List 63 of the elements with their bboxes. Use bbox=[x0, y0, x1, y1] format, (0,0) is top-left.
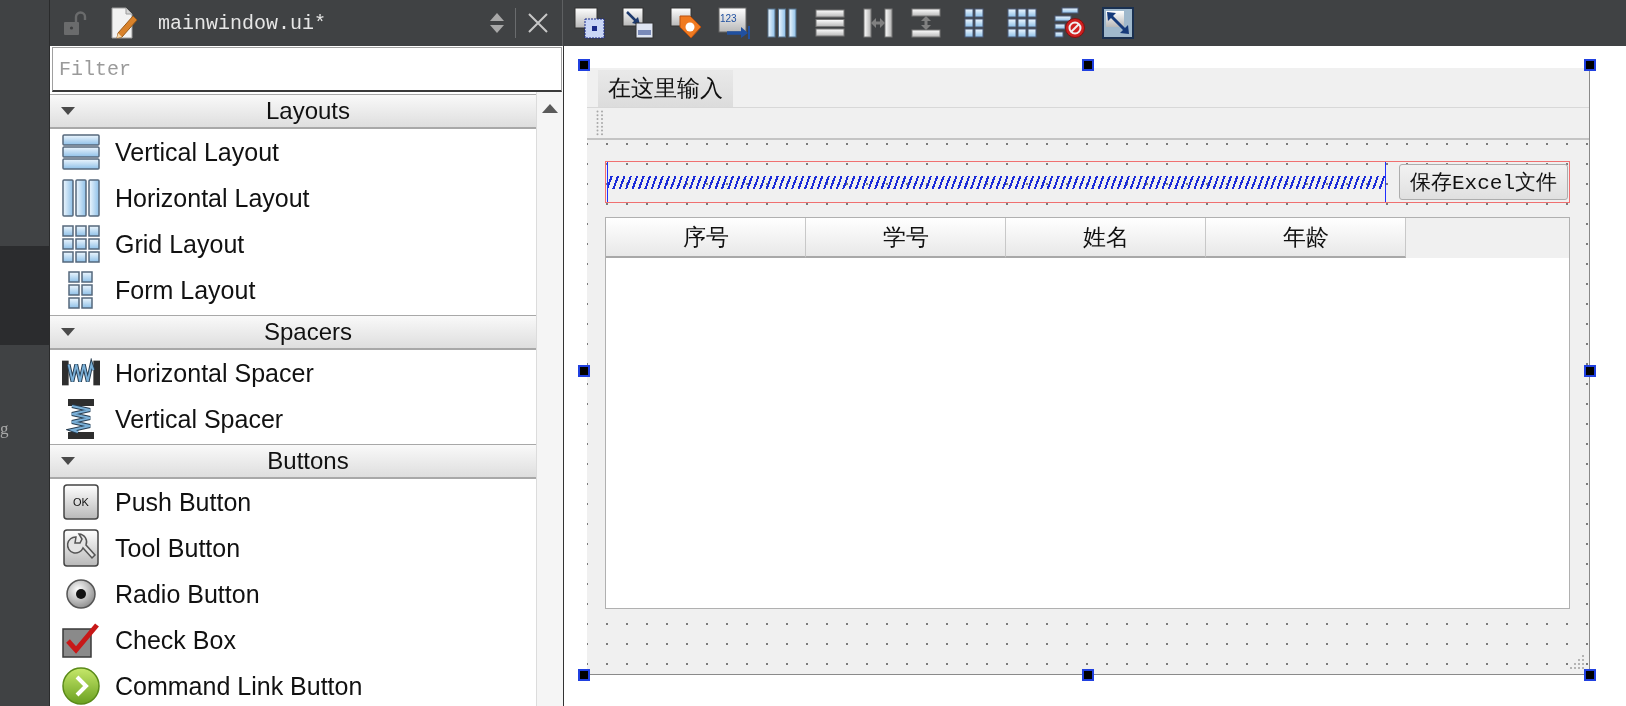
selection-handle[interactable] bbox=[1584, 669, 1596, 681]
rows-icon[interactable] bbox=[815, 9, 845, 37]
widget-list-item[interactable]: Check Box bbox=[115, 625, 236, 655]
selection-handle[interactable] bbox=[578, 669, 590, 681]
radio-icon[interactable] bbox=[65, 578, 97, 610]
stacked-bars-icon[interactable] bbox=[62, 134, 100, 170]
grid-icon[interactable] bbox=[1007, 8, 1037, 38]
category-header[interactable]: Spacers bbox=[50, 315, 536, 350]
column-header[interactable]: 序号 bbox=[606, 218, 806, 258]
widget-list-item[interactable]: Vertical Layout bbox=[115, 137, 279, 167]
column-header[interactable]: 姓名 bbox=[1006, 218, 1206, 258]
selection-handle[interactable] bbox=[1584, 59, 1596, 71]
widget-list-item[interactable]: Command Link Button bbox=[115, 671, 363, 701]
scroll-up-arrow-icon[interactable] bbox=[542, 104, 558, 113]
selection-handle[interactable] bbox=[1082, 59, 1094, 71]
window-tag-icon[interactable] bbox=[670, 7, 702, 39]
selection-handle[interactable] bbox=[1082, 669, 1094, 681]
filter-field[interactable]: Filter bbox=[52, 47, 562, 92]
selection-handle[interactable] bbox=[578, 59, 590, 71]
widget-list-item[interactable]: Push Button bbox=[115, 487, 252, 517]
two-column-grid-icon[interactable] bbox=[68, 271, 94, 309]
two-column-grid-icon[interactable] bbox=[964, 8, 984, 38]
column-header[interactable]: 学号 bbox=[806, 218, 1006, 258]
spacer-spring[interactable] bbox=[607, 162, 1386, 202]
close-icon[interactable] bbox=[528, 13, 548, 33]
horizontal-arrows-icon[interactable] bbox=[863, 7, 893, 39]
resize-grip-icon[interactable] bbox=[1569, 654, 1585, 670]
horizontal-spring-icon[interactable] bbox=[62, 358, 100, 388]
wrench-icon[interactable] bbox=[63, 529, 99, 567]
columns-icon[interactable] bbox=[62, 179, 100, 217]
widget-list-item[interactable]: Grid Layout bbox=[115, 229, 245, 259]
category-header[interactable]: Layouts bbox=[50, 94, 536, 129]
window-square-icon[interactable] bbox=[574, 7, 606, 39]
column-header[interactable]: 年龄 bbox=[1206, 218, 1406, 258]
mode-item[interactable]: g bbox=[0, 420, 9, 438]
scrollbar[interactable] bbox=[536, 92, 563, 706]
ok-button-icon[interactable]: OK bbox=[63, 484, 99, 520]
prohibited-list-icon[interactable] bbox=[1054, 7, 1086, 39]
vertical-arrows-icon[interactable] bbox=[910, 8, 942, 38]
checkbox-icon[interactable] bbox=[62, 622, 100, 658]
columns-icon[interactable] bbox=[767, 7, 797, 39]
up-down-arrows-icon[interactable] bbox=[490, 11, 504, 35]
selection-handle[interactable] bbox=[578, 365, 590, 377]
arrow-circle-icon[interactable] bbox=[62, 667, 100, 705]
widget-list-item[interactable]: Vertical Spacer bbox=[115, 404, 284, 434]
caret-icon[interactable] bbox=[61, 457, 75, 465]
caret-icon[interactable] bbox=[61, 328, 75, 336]
file-name[interactable]: mainwindow.ui* bbox=[158, 11, 327, 35]
grid-icon[interactable] bbox=[62, 225, 100, 263]
selection-handle[interactable] bbox=[1584, 365, 1596, 377]
menu-item[interactable]: 在这里输入 bbox=[598, 70, 733, 107]
widget-list-item[interactable]: Horizontal Layout bbox=[115, 183, 310, 213]
vertical-spring-icon[interactable] bbox=[66, 399, 96, 439]
pencil-document-icon bbox=[111, 7, 139, 39]
drag-handle-icon[interactable] bbox=[596, 110, 604, 136]
window-arrow-icon[interactable] bbox=[622, 7, 654, 39]
widget-list-item[interactable]: Horizontal Spacer bbox=[115, 358, 314, 388]
category-header[interactable]: Buttons bbox=[50, 444, 536, 479]
save-button[interactable]: 保存Excel文件 bbox=[1399, 164, 1568, 200]
caret-icon[interactable] bbox=[61, 107, 75, 115]
widget-list-item[interactable]: Radio Button bbox=[115, 579, 260, 609]
widget-list-item[interactable]: Tool Button bbox=[115, 533, 241, 563]
widget-list-item[interactable]: Form Layout bbox=[115, 275, 256, 305]
